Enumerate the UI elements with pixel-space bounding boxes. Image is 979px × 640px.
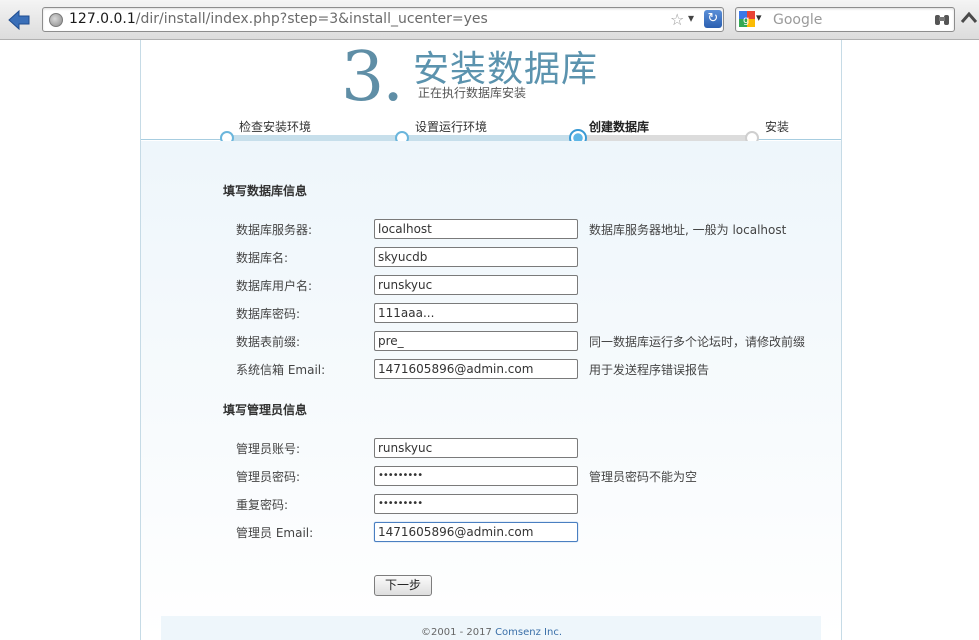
- admin-account-label: 管理员账号:: [236, 442, 301, 456]
- step-label-install: 安装: [765, 120, 790, 134]
- admin-password-hint: 管理员密码不能为空: [589, 470, 698, 484]
- search-box[interactable]: g ▾ Google: [735, 7, 955, 32]
- db-section-title: 填写数据库信息: [223, 184, 308, 198]
- admin-section-title: 填写管理员信息: [223, 403, 308, 417]
- bookmark-star-icon[interactable]: ☆: [670, 10, 684, 29]
- db-user-input[interactable]: runskyuc: [374, 275, 578, 295]
- reload-icon[interactable]: ↻: [704, 10, 722, 28]
- chevron-down-icon[interactable]: ▾: [688, 11, 694, 25]
- next-step-button[interactable]: 下一步: [374, 575, 432, 596]
- url-path: /dir/install/index.php?step=3&install_uc…: [135, 11, 488, 27]
- system-email-label: 系统信箱 Email:: [236, 363, 326, 377]
- chevron-down-icon[interactable]: ▾: [756, 11, 762, 24]
- admin-password-label: 管理员密码:: [236, 470, 301, 484]
- back-arrow-icon[interactable]: [6, 8, 32, 32]
- page-subtitle: 正在执行数据库安装: [418, 86, 527, 100]
- footer: ©2001 - 2017 Comsenz Inc.: [161, 616, 821, 640]
- step-label-check-env: 检查安装环境: [239, 120, 312, 134]
- db-host-input[interactable]: localhost: [374, 219, 578, 239]
- step-label-setup-env: 设置运行环境: [415, 120, 488, 134]
- db-name-input[interactable]: skyucdb: [374, 247, 578, 267]
- db-host-hint: 数据库服务器地址, 一般为 localhost: [589, 223, 787, 237]
- search-placeholder: Google: [773, 12, 823, 28]
- admin-password-input[interactable]: •••••••••: [374, 466, 578, 486]
- url-text: 127.0.0.1/dir/install/index.php?step=3&i…: [69, 11, 488, 27]
- system-email-input[interactable]: 1471605896@admin.com: [374, 359, 578, 379]
- url-host: 127.0.0.1: [69, 11, 136, 27]
- table-prefix-input[interactable]: pre_: [374, 331, 578, 351]
- step-number: 3.: [341, 38, 404, 117]
- google-logo-icon[interactable]: g: [739, 11, 755, 27]
- db-password-label: 数据库密码:: [236, 307, 301, 321]
- table-prefix-label: 数据表前缀:: [236, 335, 301, 349]
- system-email-hint: 用于发送程序错误报告: [589, 363, 710, 377]
- install-header: 3. 安装数据库 正在执行数据库安装 检查安装环境 设置运行环境 创建数据库 安…: [141, 38, 841, 147]
- admin-email-label: 管理员 Email:: [236, 526, 314, 540]
- admin-account-input[interactable]: runskyuc: [374, 438, 578, 458]
- install-form: 填写数据库信息 数据库服务器: localhost 数据库服务器地址, 一般为 …: [141, 141, 841, 640]
- admin-email-input[interactable]: 1471605896@admin.com: [374, 522, 578, 542]
- step-label-create-db: 创建数据库: [589, 120, 650, 134]
- address-bar[interactable]: 127.0.0.1/dir/install/index.php?step=3&i…: [42, 7, 724, 32]
- globe-icon: [49, 13, 63, 27]
- table-prefix-hint: 同一数据库运行多个论坛时，请修改前缀: [589, 335, 806, 349]
- db-user-label: 数据库用户名:: [236, 279, 313, 293]
- db-password-input[interactable]: 111aaa...: [374, 303, 578, 323]
- browser-toolbar: 127.0.0.1/dir/install/index.php?step=3&i…: [0, 0, 979, 40]
- binoculars-icon[interactable]: [934, 12, 950, 26]
- db-name-label: 数据库名:: [236, 251, 289, 265]
- svg-text:g: g: [743, 15, 749, 26]
- repeat-password-label: 重复密码:: [236, 498, 289, 512]
- install-page: 3. 安装数据库 正在执行数据库安装 检查安装环境 设置运行环境 创建数据库 安…: [140, 38, 842, 640]
- db-host-label: 数据库服务器:: [236, 223, 313, 237]
- toolbar-overflow-icon[interactable]: [960, 8, 978, 32]
- repeat-password-input[interactable]: •••••••••: [374, 494, 578, 514]
